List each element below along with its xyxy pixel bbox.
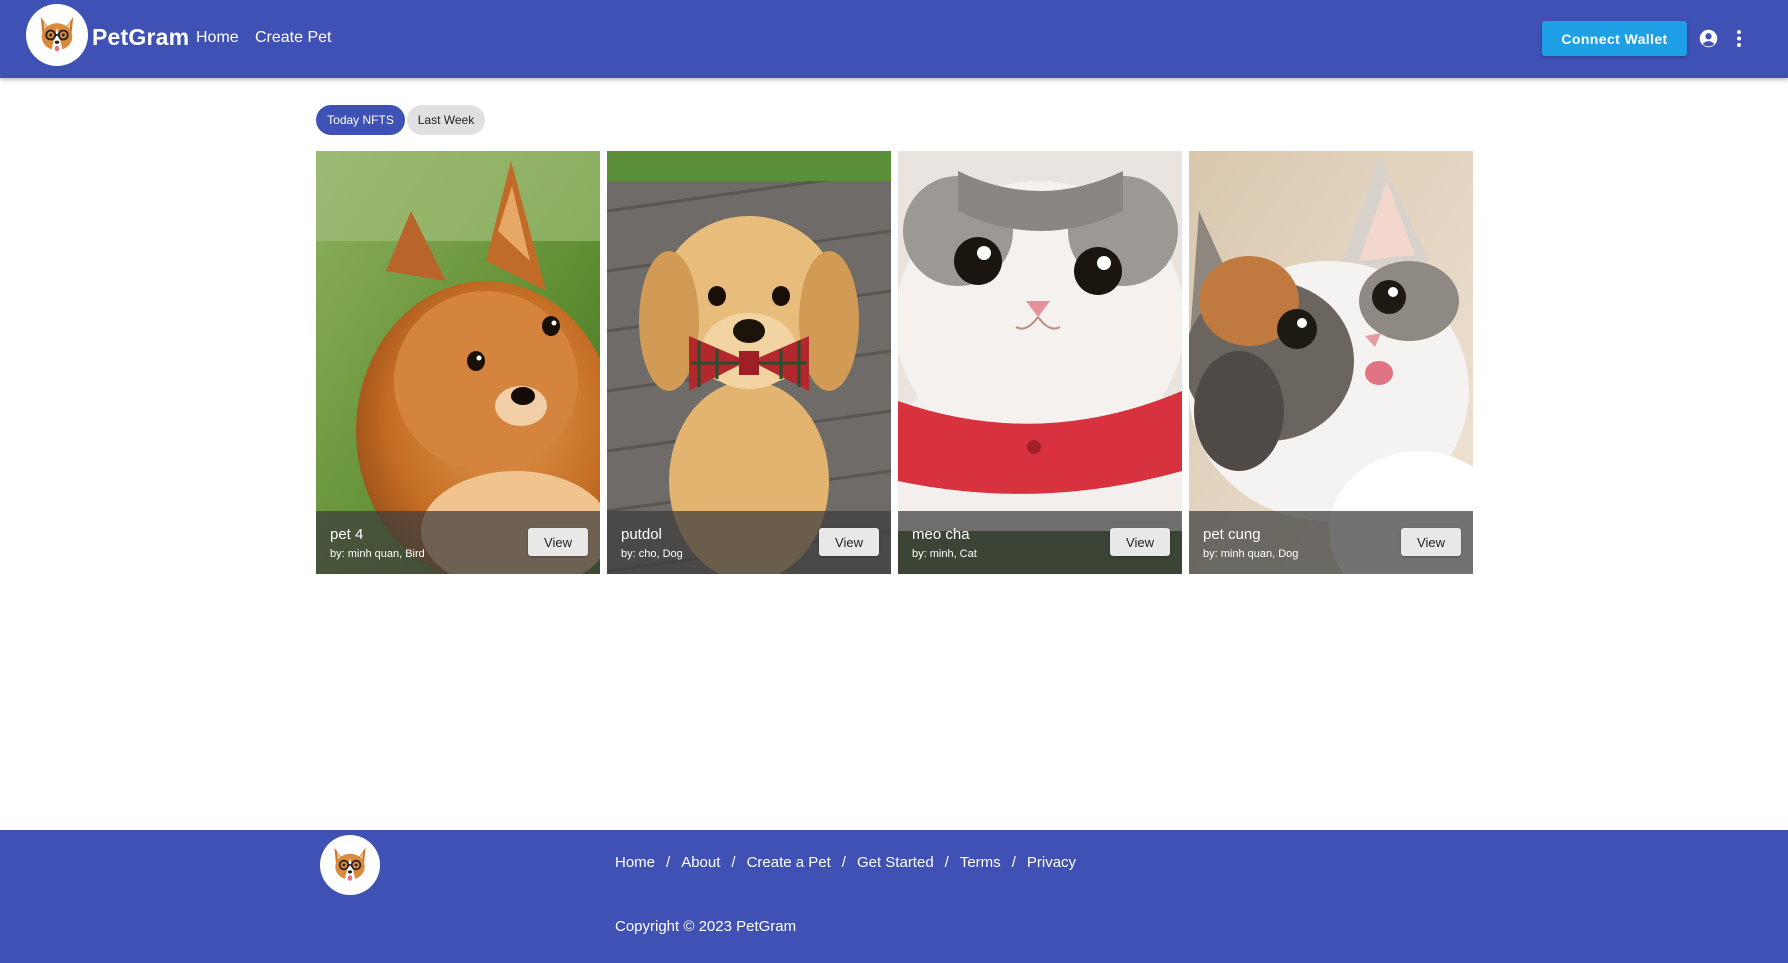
card-owner-species: by: cho, Dog: [621, 548, 683, 560]
corgi-logo-icon: [30, 8, 84, 62]
view-button[interactable]: View: [1401, 528, 1461, 556]
footer-separator: /: [731, 854, 736, 871]
footer-link-home[interactable]: Home: [615, 854, 655, 871]
nft-card[interactable]: meo cha by: minh, Cat View: [898, 151, 1182, 574]
tab-last-week[interactable]: Last Week: [407, 105, 485, 135]
footer-link-get-started[interactable]: Get Started: [857, 854, 934, 871]
footer-separator: /: [944, 854, 949, 871]
copyright-text: Copyright © 2023 PetGram: [615, 918, 797, 935]
app-header: PetGram Home Create Pet Connect Wallet: [0, 0, 1788, 78]
card-title: pet cung: [1203, 526, 1261, 543]
footer-link-terms[interactable]: Terms: [960, 854, 1001, 871]
card-owner-species: by: minh quan, Bird: [330, 548, 425, 560]
card-owner-species: by: minh quan, Dog: [1203, 548, 1299, 560]
card-caption: meo cha by: minh, Cat View: [898, 511, 1182, 574]
tab-today-nfts[interactable]: Today NFTS: [316, 105, 405, 135]
nav-home-link[interactable]: Home: [196, 29, 239, 47]
footer-link-create-a-pet[interactable]: Create a Pet: [747, 854, 831, 871]
footer-separator: /: [666, 854, 671, 871]
more-vert-icon[interactable]: [1735, 28, 1743, 49]
nft-card-list: pet 4 by: minh quan, Bird View putdol by…: [316, 151, 1473, 574]
footer-separator: /: [841, 854, 846, 871]
footer-logo[interactable]: [320, 835, 380, 895]
nft-card[interactable]: pet 4 by: minh quan, Bird View: [316, 151, 600, 574]
nav-create-pet-link[interactable]: Create Pet: [255, 29, 331, 47]
footer-link-privacy[interactable]: Privacy: [1027, 854, 1076, 871]
nft-card[interactable]: pet cung by: minh quan, Dog View: [1189, 151, 1473, 574]
footer-separator: /: [1011, 854, 1016, 871]
card-caption: pet cung by: minh quan, Dog View: [1189, 511, 1473, 574]
card-title: meo cha: [912, 526, 970, 543]
footer-links: Home / About / Create a Pet / Get Starte…: [615, 854, 1076, 871]
card-caption: pet 4 by: minh quan, Bird View: [316, 511, 600, 574]
card-owner-species: by: minh, Cat: [912, 548, 977, 560]
nft-card[interactable]: putdol by: cho, Dog View: [607, 151, 891, 574]
footer-link-about[interactable]: About: [681, 854, 720, 871]
account-circle-icon[interactable]: [1698, 28, 1719, 49]
view-button[interactable]: View: [819, 528, 879, 556]
period-tabs: Today NFTS Last Week: [316, 105, 485, 135]
card-caption: putdol by: cho, Dog View: [607, 511, 891, 574]
card-title: putdol: [621, 526, 662, 543]
brand-name[interactable]: PetGram: [92, 24, 189, 51]
connect-wallet-button[interactable]: Connect Wallet: [1542, 21, 1687, 56]
card-title: pet 4: [330, 526, 364, 543]
view-button[interactable]: View: [1110, 528, 1170, 556]
view-button[interactable]: View: [528, 528, 588, 556]
app-footer: Home / About / Create a Pet / Get Starte…: [0, 830, 1788, 963]
petgram-logo[interactable]: [26, 4, 88, 66]
corgi-logo-icon: [324, 839, 376, 891]
